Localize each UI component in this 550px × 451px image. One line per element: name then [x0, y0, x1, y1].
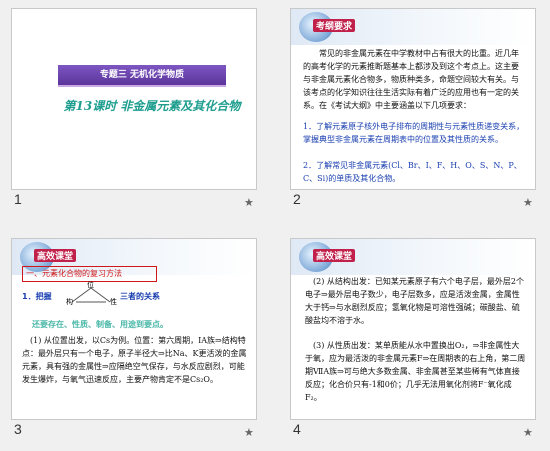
highlight-line: 还要存在、性质、制备、用途到要点。 [32, 320, 168, 329]
slide-thumbnail-1[interactable]: 专题三 无机化学物质 第13课时 非金属元素及其化合物 [11, 8, 257, 190]
slide-number: 1 [14, 191, 22, 207]
triangle-left-label: 构 [66, 298, 73, 306]
badge-label: 高效课堂 [34, 249, 77, 262]
lesson-title: 第13课时 非金属元素及其化合物 [63, 99, 241, 113]
requirement-1: 1．了解元素原子核外电子排布的周期性与元素性质递变关系，掌握典型非金属元素在周期… [303, 122, 525, 144]
star-icon[interactable]: ★ [523, 426, 533, 439]
triangle-top-label: 位 [87, 281, 94, 289]
triangle-right-label: 性 [110, 298, 117, 306]
badge-label: 高效课堂 [313, 249, 356, 262]
star-icon[interactable]: ★ [244, 426, 254, 439]
slide-thumbnail-2[interactable]: 考纲要求 常见的非金属元素在中学教材中占有很大的比重。近几年的高考化学的元素推断… [290, 8, 536, 190]
body-paragraph: (1) 从位置出发，以Cs为例。位置：第六周期，ⅠA族⇒结构特点：最外层只有一个… [22, 336, 247, 384]
point-1-prefix: 1．把握 [22, 292, 52, 301]
point-1-suffix: 三者的关系 [120, 292, 160, 301]
paragraph-structure: (2) 从结构出发：已知某元素原子有六个电子层，最外层2个电子⇒最外层电子数少，… [305, 277, 524, 325]
paragraph-property: (3) 从性质出发：某单质能从水中置换出O₂，⇒非金属性大于氧，应为最活泼的非金… [305, 341, 526, 402]
title-box-text: 专题三 无机化学物质 [99, 70, 185, 80]
slide-number: 4 [293, 421, 301, 437]
slide-thumbnail-3[interactable]: 高效课堂 一、元素化合物的复习方法 1．把握 位 构 性 三者的关系 还要存在、… [11, 238, 257, 420]
slide-number: 3 [14, 421, 22, 437]
slide-thumbnail-4[interactable]: 高效课堂 (2) 从结构出发：已知某元素原子有六个电子层，最外层2个电子⇒最外层… [290, 238, 536, 420]
requirement-2: 2．了解常见非金属元素(Cl、Br、I、F、H、O、S、N、P、C、Si)的单质… [303, 161, 522, 183]
slide-number: 2 [293, 191, 301, 207]
star-icon[interactable]: ★ [244, 196, 254, 209]
intro-paragraph: 常见的非金属元素在中学教材中占有很大的比重。近几年的高考化学的元素推断题基本上都… [303, 49, 519, 110]
star-icon[interactable]: ★ [523, 196, 533, 209]
badge-label: 考纲要求 [313, 19, 356, 32]
